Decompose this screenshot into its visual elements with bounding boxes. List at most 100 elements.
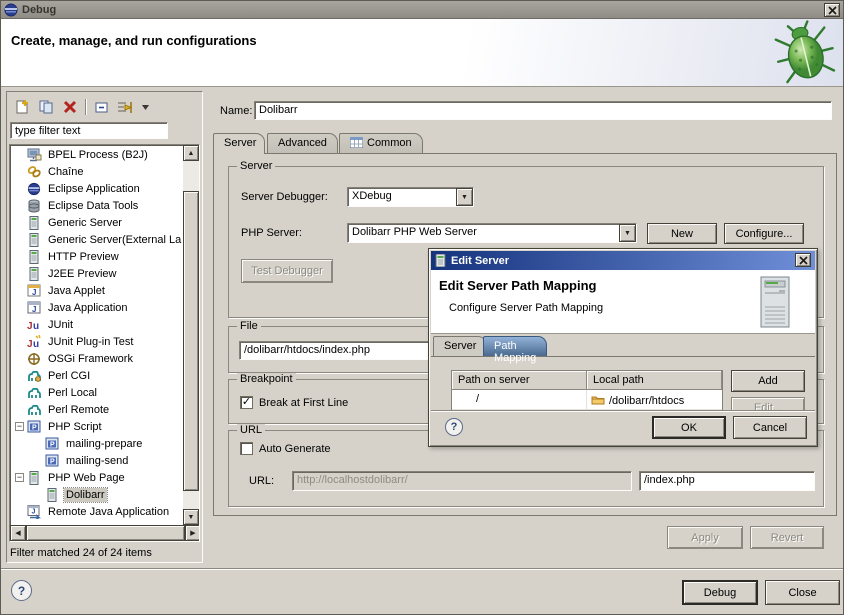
- tree-horizontal-scrollbar[interactable]: ◀ ▶: [10, 525, 200, 541]
- tree-item-perl-local[interactable]: Perl Local: [10, 384, 184, 401]
- revert-button[interactable]: Revert: [750, 526, 824, 549]
- add-mapping-button[interactable]: Add: [731, 370, 805, 392]
- tree-item-label: JUnit: [46, 318, 75, 332]
- tree-item-php-script[interactable]: − P PHP Script: [10, 418, 184, 435]
- tree-item-java-applet[interactable]: JJava Applet: [10, 282, 184, 299]
- tree-item-label: Generic Server(External La: [46, 233, 183, 247]
- tree-item-label: Remote Java Application: [46, 505, 171, 519]
- php-server-select[interactable]: Dolibarr PHP Web Server ▼: [347, 223, 637, 243]
- break-first-line-checkbox[interactable]: [240, 396, 253, 409]
- ok-button[interactable]: OK: [652, 416, 726, 439]
- server-icon: [27, 233, 42, 247]
- expander-minus-icon[interactable]: −: [15, 473, 24, 482]
- cancel-button[interactable]: Cancel: [733, 416, 807, 439]
- dialog-tab-server[interactable]: Server: [433, 336, 487, 356]
- tree-item-chaine[interactable]: Chaîne: [10, 163, 184, 180]
- mapping-row[interactable]: //dolibarr/htdocs: [452, 390, 722, 410]
- tree-item-http-preview[interactable]: HTTP Preview: [10, 248, 184, 265]
- tree-item-generic-server-external[interactable]: Generic Server(External La: [10, 231, 184, 248]
- tab-common[interactable]: Common: [339, 133, 423, 153]
- edit-server-titlebar[interactable]: Edit Server: [431, 251, 815, 270]
- edit-server-close-button[interactable]: [795, 253, 811, 267]
- tree-spacer: [14, 200, 26, 212]
- delete-configuration-button[interactable]: [61, 98, 79, 116]
- chevron-down-icon[interactable]: ▼: [456, 188, 473, 206]
- debug-bug-icon: [768, 15, 842, 93]
- column-local-path[interactable]: Local path: [587, 371, 722, 390]
- perl-cgi-icon: [27, 369, 42, 383]
- configure-server-button[interactable]: Configure...: [724, 223, 804, 244]
- remote-java-icon: J: [27, 505, 42, 519]
- chain-icon: [27, 165, 42, 179]
- filter-launch-configurations-button[interactable]: [116, 98, 134, 116]
- edit-server-footer: ? OK Cancel: [431, 410, 815, 444]
- tree-spacer: [14, 506, 26, 518]
- svg-text:J: J: [32, 508, 36, 515]
- dialog-help-button[interactable]: ?: [445, 418, 463, 436]
- scroll-left-icon[interactable]: ◀: [10, 525, 26, 541]
- help-button[interactable]: ?: [11, 580, 32, 601]
- window-titlebar[interactable]: Debug: [1, 1, 843, 19]
- close-button[interactable]: Close: [765, 580, 840, 605]
- dialog-tab-path-mapping[interactable]: Path Mapping: [483, 336, 547, 356]
- name-input[interactable]: Dolibarr: [254, 101, 832, 120]
- server-icon: [27, 250, 42, 264]
- tree-item-dolibarr[interactable]: Dolibarr: [10, 486, 184, 503]
- tree-item-junit-plugin-test[interactable]: JuJUnit Plug-in Test: [10, 333, 184, 350]
- toolbar-separator: [85, 99, 86, 115]
- dialog-heading: Edit Server Path Mapping: [439, 278, 596, 293]
- osgi-icon: [27, 352, 42, 366]
- auto-generate-checkbox[interactable]: [240, 442, 253, 455]
- auto-generate-label: Auto Generate: [259, 443, 331, 455]
- tree-item-perl-cgi[interactable]: Perl CGI: [10, 367, 184, 384]
- vertical-scroll-thumb[interactable]: [183, 191, 199, 491]
- scroll-right-icon[interactable]: ▶: [185, 525, 200, 541]
- server-debugger-select[interactable]: XDebug ▼: [347, 187, 474, 207]
- tree-item-j2ee-preview[interactable]: J2EE Preview: [10, 265, 184, 282]
- tree-item-junit[interactable]: JuJUnit: [10, 316, 184, 333]
- debug-button[interactable]: Debug: [682, 580, 758, 605]
- tab-advanced[interactable]: Advanced: [267, 133, 338, 153]
- server-tower-icon: [757, 275, 793, 332]
- tree-item-eclipse-data-tools[interactable]: Eclipse Data Tools: [10, 197, 184, 214]
- bpel-icon: [27, 148, 42, 162]
- tree-item-generic-server[interactable]: Generic Server: [10, 214, 184, 231]
- tree-item-mailing-prepare[interactable]: Pmailing-prepare: [10, 435, 184, 452]
- new-configuration-button[interactable]: [13, 98, 31, 116]
- toolbar-menu-chevron-icon[interactable]: [140, 98, 150, 116]
- tree-item-java-application[interactable]: JJava Application: [10, 299, 184, 316]
- tree-item-label: PHP Script: [46, 420, 104, 434]
- perl-icon: [27, 386, 42, 400]
- tree-item-php-web-page[interactable]: −PHP Web Page: [10, 469, 184, 486]
- expander-minus-icon[interactable]: −: [15, 422, 24, 431]
- tree-item-perl-remote[interactable]: Perl Remote: [10, 401, 184, 418]
- collapse-all-button[interactable]: [92, 98, 110, 116]
- scroll-up-icon[interactable]: ▲: [183, 145, 199, 161]
- scroll-down-icon[interactable]: ▼: [183, 509, 199, 525]
- horizontal-scroll-thumb[interactable]: [26, 525, 185, 541]
- svg-text:P: P: [32, 424, 37, 431]
- test-debugger-button[interactable]: Test Debugger: [241, 259, 333, 283]
- column-path-on-server[interactable]: Path on server: [452, 371, 587, 390]
- tree-item-remote-java-application[interactable]: J Remote Java Application: [10, 503, 184, 520]
- tree-vertical-scrollbar[interactable]: ▲ ▼: [183, 145, 199, 525]
- url-path-input[interactable]: /index.php: [639, 471, 815, 491]
- tree-item-bpel-process[interactable]: BPEL Process (B2J): [10, 146, 184, 163]
- tree-item-eclipse-application[interactable]: Eclipse Application: [10, 180, 184, 197]
- tree-item-mailing-send[interactable]: Pmailing-send: [10, 452, 184, 469]
- chevron-down-icon[interactable]: ▼: [619, 224, 636, 242]
- tree-spacer: [32, 489, 44, 501]
- svg-text:J: J: [32, 288, 36, 297]
- duplicate-configuration-button[interactable]: [37, 98, 55, 116]
- edit-server-header: Edit Server Path Mapping Configure Serve…: [431, 270, 815, 334]
- apply-button[interactable]: Apply: [667, 526, 743, 549]
- url-auto-input: http://localhostdolibarr/: [292, 471, 632, 491]
- tab-server[interactable]: Server: [213, 133, 265, 154]
- tree-spacer: [14, 387, 26, 399]
- new-server-button[interactable]: New: [647, 223, 717, 244]
- tree-spacer: [14, 149, 26, 161]
- filter-input[interactable]: type filter text: [10, 122, 168, 139]
- tree-item-osgi-framework[interactable]: OSGi Framework: [10, 350, 184, 367]
- php-icon: P: [45, 454, 60, 468]
- tree-spacer: [14, 370, 26, 382]
